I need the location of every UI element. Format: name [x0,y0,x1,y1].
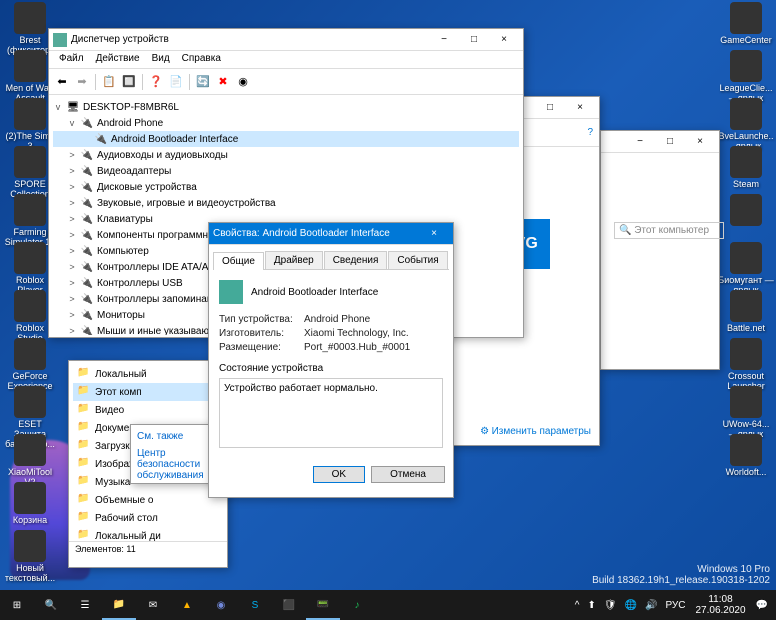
close-button[interactable]: × [419,224,449,244]
device-icon [219,280,243,304]
taskview-button[interactable]: ☰ [68,590,102,620]
desktop-icon[interactable] [718,194,774,228]
desktop-icon[interactable]: Worldoft... [718,434,774,478]
taskbar-app[interactable]: ◉ [204,590,238,620]
desktop-icon[interactable]: Новый текстовый... [2,530,58,584]
tb-btn[interactable]: ❓ [147,73,165,91]
tabs: ОбщиеДрайверСведенияСобытия [213,251,449,270]
sidebar-item[interactable]: 📁Объемные о [73,491,223,509]
menu-item[interactable]: Вид [146,51,176,68]
watermark: Windows 10 Pro Build 18362.19h1_release.… [592,564,770,586]
desktop-icon[interactable]: BveLaunche... ярлык [718,98,774,152]
menu-item[interactable]: Справка [176,51,227,68]
minimize-button[interactable]: − [429,30,459,50]
tb-btn[interactable]: 📋 [100,73,118,91]
window-title: Диспетчер устройств [71,34,429,45]
forward-button[interactable]: ➡ [73,73,91,91]
clock[interactable]: 11:08 27.06.2020 [689,594,751,616]
desktop-icon[interactable]: UWow-64... —ярлык [718,386,774,440]
taskbar-app[interactable]: ✉ [136,590,170,620]
taskbar: ⊞ 🔍 ☰ 📁 ✉ ▲ ◉ S ⬛ 📟 ♪ ^ ⬆ 🛡 🌐 🔊 РУС 11:0… [0,590,776,620]
sidebar-item[interactable]: 📁Этот комп [73,383,223,401]
search-input[interactable]: 🔍 Этот компьютер [614,222,724,239]
taskbar-app[interactable]: ⬛ [272,590,306,620]
start-button[interactable]: ⊞ [0,590,34,620]
desktop-icon[interactable]: Биомугант —ярлык [718,242,774,296]
tree-item[interactable]: >🔌Аудиовходы и аудиовыходы [53,147,519,163]
tray-lang[interactable]: РУС [661,600,689,611]
maximize-button[interactable]: □ [535,98,565,118]
status-box: Устройство работает нормально. [219,378,443,448]
tab[interactable]: События [388,251,447,269]
close-button[interactable]: × [565,98,595,118]
sidebar-item[interactable]: 📁Локальный [73,365,223,383]
desktop-icon[interactable]: Crossout Launcher [718,338,774,392]
tree-root[interactable]: v🖥DESKTOP-F8MBR6L [53,99,519,115]
tray-expand[interactable]: ^ [571,600,584,611]
desktop-icon[interactable]: Battle.net [718,290,774,334]
dialog-title: Свойства: Android Bootloader Interface [213,228,419,239]
tb-btn[interactable]: ◉ [234,73,252,91]
taskbar-app[interactable]: ▲ [170,590,204,620]
tab[interactable]: Драйвер [265,251,323,269]
notifications-button[interactable]: 💬 [752,600,772,611]
desktop-icon[interactable]: XiaoMiTool V2 [2,434,58,488]
tb-btn[interactable]: 📄 [167,73,185,91]
tree-item[interactable]: 🔌Android Bootloader Interface [53,131,519,147]
desktop-icon[interactable]: Корзина [2,482,58,526]
desktop-icon[interactable]: LeagueClie... —ярлык [718,50,774,104]
status-label: Состояние устройства [219,363,443,374]
menu-item[interactable]: Файл [53,51,90,68]
tb-btn[interactable]: 🔲 [120,73,138,91]
sidebar-item[interactable]: 📁Видео [73,401,223,419]
devmgr-icon [53,33,67,47]
menu-item[interactable]: Действие [90,51,146,68]
tray-volume-icon[interactable]: 🔊 [641,600,661,611]
close-button[interactable]: × [489,30,519,50]
explorer-window-2: − □ × [600,130,720,370]
taskbar-app[interactable]: S [238,590,272,620]
maximize-button[interactable]: □ [655,132,685,152]
minimize-button[interactable]: − [625,132,655,152]
tree-item[interactable]: >🔌Звуковые, игровые и видеоустройства [53,195,519,211]
taskbar-app[interactable]: 📟 [306,590,340,620]
taskbar-app[interactable]: 📁 [102,590,136,620]
tree-item[interactable]: >🔌Видеоадаптеры [53,163,519,179]
taskbar-app[interactable]: ♪ [340,590,374,620]
tab[interactable]: Сведения [324,251,388,269]
statusbar: Элементов: 11 [69,541,227,556]
properties-dialog: Свойства: Android Bootloader Interface ×… [208,222,454,498]
sidebar-item[interactable]: 📁Рабочий стол [73,509,223,527]
cancel-button[interactable]: Отмена [371,466,445,483]
desktop-icon[interactable]: Steam [718,146,774,190]
device-name: Android Bootloader Interface [251,287,378,298]
tb-btn[interactable]: ✖ [214,73,232,91]
menubar: ФайлДействиеВидСправка [49,51,523,69]
sidebar-item[interactable]: 📁Локальный ди [73,527,223,541]
ok-button[interactable]: OK [313,466,365,483]
desktop-icon[interactable]: GameCenter [718,2,774,46]
search-button[interactable]: 🔍 [34,590,68,620]
tray-icon[interactable]: 🛡 [600,600,621,611]
help-icon[interactable]: ? [587,127,593,138]
tree-item[interactable]: v🔌Android Phone [53,115,519,131]
tray-network-icon[interactable]: 🌐 [621,600,641,611]
close-button[interactable]: × [685,132,715,152]
tb-btn[interactable]: 🔄 [194,73,212,91]
desktop-icon[interactable]: GeForce Experience [2,338,58,392]
change-params-link[interactable]: ⚙ Изменить параметры [480,426,591,437]
toolbar: ⬅ ➡ 📋 🔲 ❓ 📄 🔄 ✖ ◉ [49,69,523,95]
back-button[interactable]: ⬅ [53,73,71,91]
tree-item[interactable]: >🔌Дисковые устройства [53,179,519,195]
maximize-button[interactable]: □ [459,30,489,50]
tray-icon[interactable]: ⬆ [583,600,599,611]
tab[interactable]: Общие [213,252,264,270]
